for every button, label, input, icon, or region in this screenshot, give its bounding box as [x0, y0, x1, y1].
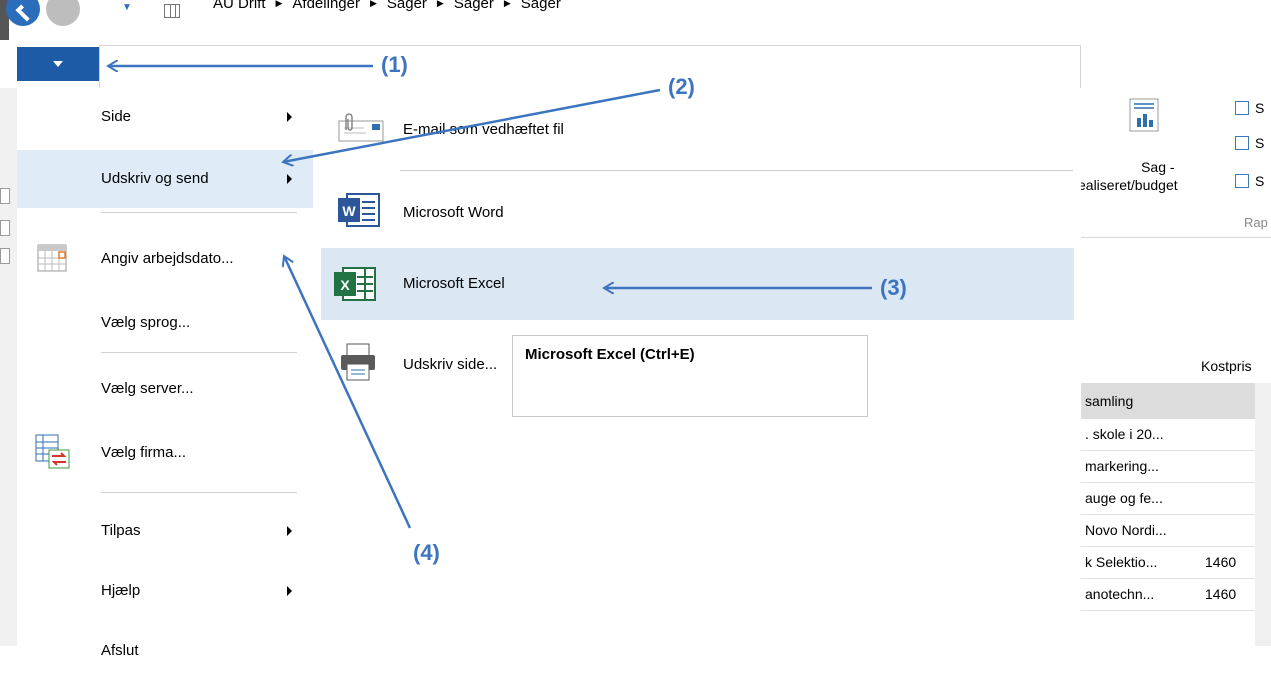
menu-item-label: Tilpas [101, 522, 141, 539]
splitter-handle[interactable] [0, 188, 10, 204]
ribbon-small-item[interactable]: S [1255, 173, 1264, 189]
tooltip: Microsoft Excel (Ctrl+E) [512, 335, 868, 417]
cell: k Selektio... [1085, 554, 1158, 570]
small-report-icon[interactable] [1235, 101, 1249, 115]
table-row[interactable]: k Selektio... 1460 [1081, 547, 1271, 579]
breadcrumb: AU Drift ▶ Afdelinger ▶ Sager ▶ Sager ▶ Sager [213, 0, 561, 16]
splitter-handle[interactable] [0, 220, 10, 236]
ribbon-small-item[interactable]: S [1255, 100, 1264, 116]
background-content: Sag - ealiseret/budget S S S Rap Kostpri… [1081, 88, 1271, 646]
ribbon-bottom-border [1081, 237, 1271, 238]
report-icon [1129, 98, 1159, 132]
cell: Novo Nordi... [1085, 522, 1167, 538]
navigation-bar: ▼ AU Drift ▶ Afdelinger ▶ Sager ▶ Sager ▶ Sager [0, 0, 1271, 40]
menu-separator [101, 212, 297, 213]
company-switch-icon [35, 434, 70, 469]
table-row[interactable]: . skole i 20... [1081, 419, 1271, 451]
word-icon: W [338, 193, 380, 227]
ribbon-button-sag-label[interactable]: Sag - ealiseret/budget [1081, 158, 1208, 194]
cell: 1460 [1205, 554, 1237, 570]
submenu-item-label: Microsoft Word [403, 204, 504, 221]
menu-item-side[interactable]: Side [17, 88, 313, 146]
menu-item-vaelg-server[interactable]: Vælg server... [17, 360, 313, 418]
splitter-handle[interactable] [0, 248, 10, 264]
annotation-label-2: (2) [668, 74, 695, 99]
menu-item-label: Side [101, 108, 132, 125]
grid-header-cell[interactable]: samling [1085, 393, 1133, 409]
annotation-label-1: (1) [381, 52, 408, 77]
ribbon-frame [99, 45, 1081, 89]
annotation-label-4: (4) [413, 540, 440, 565]
ribbon-button-line: Sag - [1141, 159, 1175, 175]
submenu-item-word[interactable]: W Microsoft Word [321, 174, 1074, 246]
printer-icon [341, 343, 375, 381]
svg-text:X: X [340, 277, 350, 293]
ribbon-small-item[interactable]: S [1255, 135, 1264, 151]
submenu-arrow-icon [287, 112, 292, 122]
submenu-arrow-icon [287, 526, 292, 536]
breadcrumb-item[interactable]: AU Drift [213, 0, 266, 12]
ribbon-group-label: Rap [1244, 215, 1268, 230]
history-dropdown-icon[interactable]: ▼ [122, 2, 132, 13]
svg-text:W: W [342, 203, 356, 219]
breadcrumb-item[interactable]: Sager [387, 0, 427, 12]
menu-separator [101, 352, 297, 353]
table-row[interactable]: anotechn... 1460 [1081, 579, 1271, 611]
back-icon[interactable] [6, 0, 40, 26]
small-report-icon[interactable] [1235, 174, 1249, 188]
cell: auge og fe... [1085, 490, 1163, 506]
column-header-kostpris[interactable]: Kostpris [1201, 358, 1252, 374]
menu-separator [101, 492, 297, 493]
tooltip-text: Microsoft Excel (Ctrl+E) [525, 346, 695, 363]
breadcrumb-item[interactable]: Afdelinger [292, 0, 360, 12]
menu-item-label: Afslut [101, 642, 139, 659]
application-menu-button[interactable] [17, 47, 99, 81]
annotation-label-3: (3) [880, 275, 907, 300]
table-row[interactable]: auge og fe... [1081, 483, 1271, 515]
menu-item-angiv-arbejdsdato[interactable]: Angiv arbejdsdato... [17, 230, 313, 288]
small-report-icon[interactable] [1235, 136, 1249, 150]
submenu-arrow-icon [287, 174, 292, 184]
submenu-item-excel[interactable]: X Microsoft Excel [321, 248, 1074, 320]
menu-item-tilpas[interactable]: Tilpas [17, 502, 313, 560]
menu-item-label: Hjælp [101, 582, 141, 599]
submenu-separator [400, 170, 1073, 171]
submenu-item-label: Microsoft Excel [403, 275, 505, 292]
cell: 1460 [1205, 586, 1237, 602]
vertical-scrollbar[interactable] [1255, 383, 1271, 646]
ribbon-button-line: ealiseret/budget [1081, 177, 1178, 193]
breadcrumb-item[interactable]: Sager [521, 0, 561, 12]
menu-item-label: Vælg firma... [101, 444, 187, 461]
left-edge-strip [0, 88, 17, 646]
dropdown-arrow-icon [53, 61, 63, 67]
menu-item-label: Angiv arbejdsdato... [101, 250, 234, 267]
table-row[interactable]: Novo Nordi... [1081, 515, 1271, 547]
menu-item-udskriv-og-send[interactable]: Udskriv og send [17, 150, 313, 208]
menu-item-label: Vælg server... [101, 380, 194, 397]
menu-item-vaelg-sprog[interactable]: Vælg sprog... [17, 294, 313, 352]
table-icon [164, 4, 180, 18]
menu-item-vaelg-firma[interactable]: Vælg firma... [17, 424, 313, 482]
breadcrumb-item[interactable]: Sager [454, 0, 494, 12]
submenu-item-label: Udskriv side... [403, 356, 498, 373]
menu-item-hjaelp[interactable]: Hjælp [17, 562, 313, 620]
table-row[interactable]: markering... [1081, 451, 1271, 483]
submenu-item-label: E-mail som vedhæftet fil [403, 121, 564, 138]
excel-icon: X [334, 267, 376, 301]
submenu-arrow-icon [287, 586, 292, 596]
menu-item-afslut[interactable]: Afslut [17, 622, 313, 680]
grid-header: samling [1081, 383, 1271, 419]
forward-icon[interactable] [46, 0, 80, 26]
cell: anotechn... [1085, 586, 1155, 602]
cell: . skole i 20... [1085, 426, 1164, 442]
cell: markering... [1085, 458, 1159, 474]
email-attachment-icon [338, 113, 384, 142]
submenu-item-email[interactable]: E-mail som vedhæftet fil [321, 92, 1074, 164]
application-menu: Side Udskriv og send Angiv arbejdsdato..… [17, 88, 315, 659]
menu-item-label: Vælg sprog... [101, 314, 191, 331]
calendar-icon [37, 244, 67, 272]
menu-item-label: Udskriv og send [101, 170, 209, 187]
